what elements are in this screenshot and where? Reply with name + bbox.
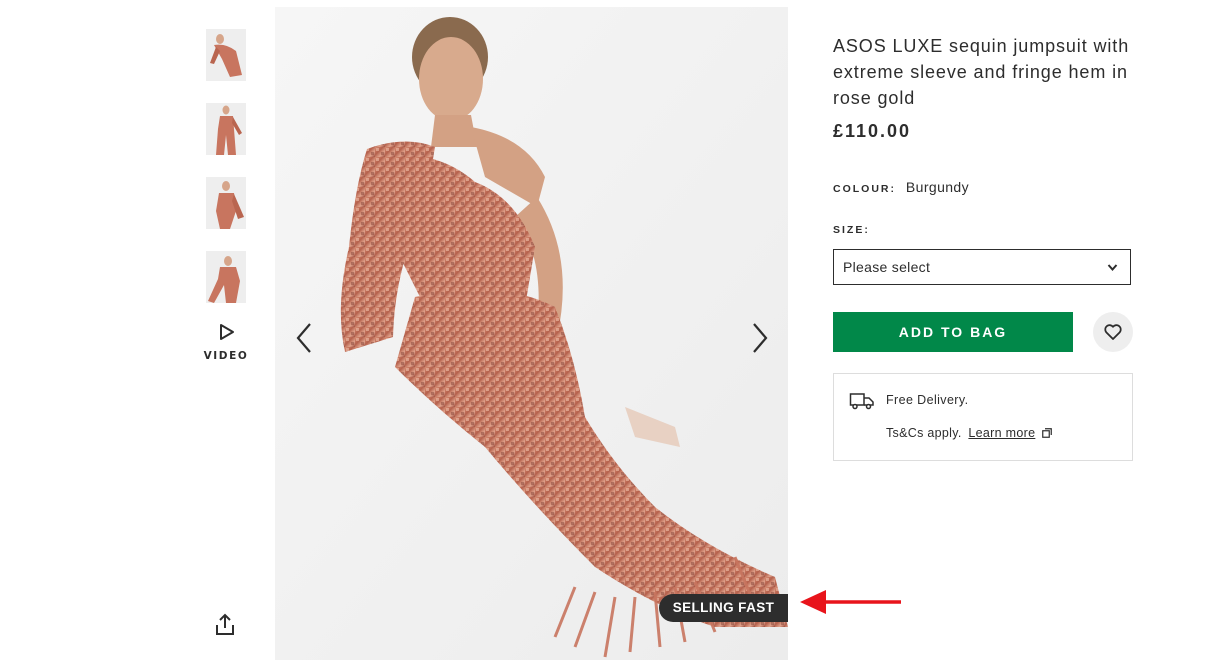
terms-text: Ts&Cs apply. bbox=[886, 426, 962, 440]
thumbnail-4[interactable] bbox=[206, 251, 246, 303]
external-link-icon bbox=[1042, 428, 1052, 438]
chevron-right-icon bbox=[753, 323, 768, 353]
heart-icon bbox=[1104, 324, 1122, 340]
truck-icon bbox=[849, 393, 874, 410]
main-product-image bbox=[275, 7, 788, 660]
free-delivery-text: Free Delivery. bbox=[886, 393, 969, 407]
thumbnail-2[interactable] bbox=[206, 103, 246, 155]
delivery-terms: Ts&Cs apply. Learn more bbox=[886, 426, 1052, 440]
previous-image-button[interactable] bbox=[290, 318, 320, 358]
thumbnail-3-image bbox=[206, 177, 246, 229]
size-select-value: Please select bbox=[843, 259, 931, 275]
colour-label: COLOUR: bbox=[833, 183, 896, 195]
video-button[interactable]: VIDEO bbox=[200, 318, 252, 370]
add-to-bag-button[interactable]: ADD TO BAG bbox=[833, 312, 1073, 352]
save-for-later-button[interactable] bbox=[1093, 312, 1133, 352]
delivery-info-box: Free Delivery. Ts&Cs apply. Learn more bbox=[833, 373, 1133, 461]
video-label: VIDEO bbox=[203, 350, 249, 362]
share-button[interactable] bbox=[212, 612, 238, 638]
colour-row: COLOUR: Burgundy bbox=[833, 179, 969, 195]
thumbnail-1-image bbox=[206, 29, 246, 81]
product-photo bbox=[275, 7, 788, 660]
chevron-left-icon bbox=[296, 323, 311, 353]
product-title: ASOS LUXE sequin jumpsuit with extreme s… bbox=[833, 36, 1130, 108]
next-image-button[interactable] bbox=[744, 318, 774, 358]
share-icon bbox=[216, 613, 234, 635]
size-select[interactable]: Please select bbox=[833, 249, 1131, 285]
selling-fast-badge: SELLING FAST bbox=[659, 594, 788, 622]
product-page: VIDEO SELLING FAST ASOS LUXE sequin jump… bbox=[0, 0, 1228, 660]
thumbnail-3[interactable] bbox=[206, 177, 246, 229]
thumbnail-1[interactable] bbox=[206, 29, 246, 81]
learn-more-link[interactable]: Learn more bbox=[968, 426, 1035, 440]
play-icon bbox=[220, 324, 234, 340]
thumbnail-4-image bbox=[206, 251, 246, 303]
product-price: £110.00 bbox=[833, 121, 912, 141]
chevron-down-icon bbox=[1107, 264, 1118, 272]
colour-value: Burgundy bbox=[905, 179, 970, 195]
annotation-arrow-icon bbox=[800, 590, 901, 614]
size-label: SIZE: bbox=[833, 224, 870, 236]
thumbnail-2-image bbox=[206, 103, 246, 155]
